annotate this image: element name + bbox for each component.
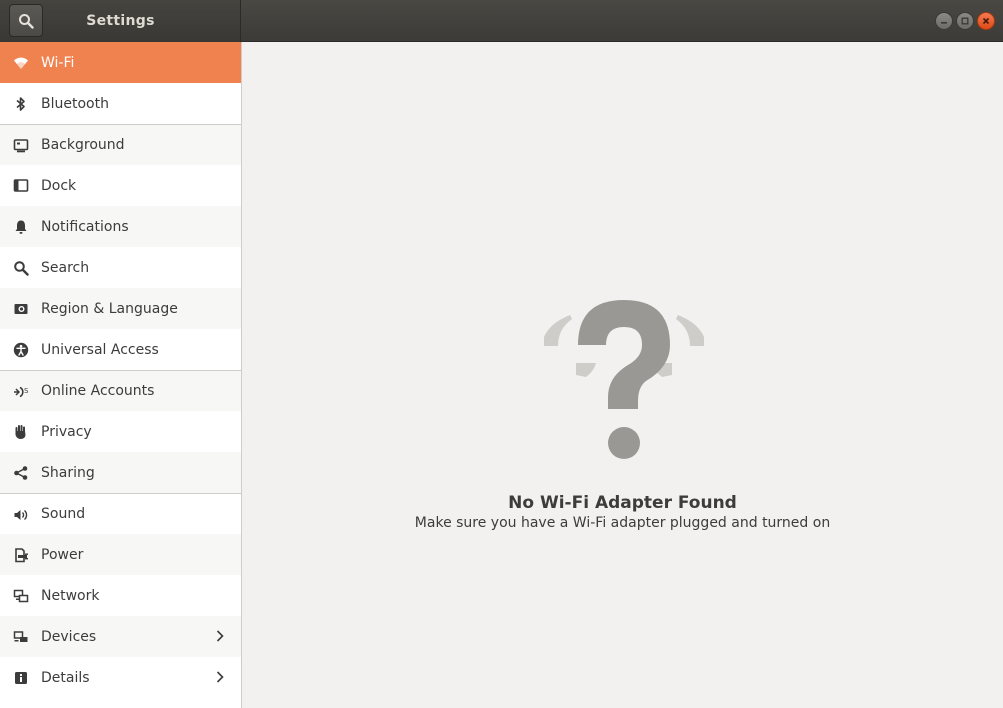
wifi-icon [12, 54, 29, 71]
sidebar-item-power[interactable]: Power [0, 534, 241, 575]
bell-icon [12, 218, 29, 235]
sidebar-item-bluetooth[interactable]: Bluetooth [0, 83, 241, 124]
online-accounts-icon: S [12, 383, 29, 400]
sidebar-item-label: Power [41, 546, 84, 563]
sidebar-item-privacy[interactable]: Privacy [0, 411, 241, 452]
sidebar-item-label: Sound [41, 506, 86, 522]
sidebar-item-details[interactable]: Details [0, 657, 241, 698]
sidebar-item-background[interactable]: Background [0, 124, 241, 165]
sidebar-item-label: Details [41, 669, 90, 686]
sidebar-item-label: Search [41, 259, 90, 276]
maximize-icon [961, 17, 969, 25]
sidebar-item-label: Dock [41, 177, 77, 194]
bluetooth-icon [12, 95, 29, 112]
sidebar-item-label: Universal Access [41, 341, 159, 358]
sidebar-item-search[interactable]: Search [0, 247, 241, 288]
sidebar-item-label: Devices [41, 628, 97, 645]
minimize-button[interactable] [935, 12, 953, 30]
sidebar-item-label: Region & Language [41, 300, 178, 317]
header-bar: Settings [0, 0, 1003, 42]
sidebar-item-label: Bluetooth [41, 95, 109, 112]
accessibility-icon [12, 341, 29, 358]
sidebar-item-devices[interactable]: Devices [0, 616, 241, 657]
devices-icon [12, 628, 29, 645]
search-icon [12, 259, 29, 276]
network-icon [12, 587, 29, 604]
chevron-right-icon [216, 630, 224, 642]
sidebar-item-label: Privacy [41, 423, 92, 440]
minimize-icon [941, 22, 947, 24]
sidebar-item-dock[interactable]: Dock [0, 165, 241, 206]
sidebar-item-notifications[interactable]: Notifications [0, 206, 241, 247]
speaker-icon [12, 506, 29, 523]
window-title: Settings [86, 13, 155, 29]
dock-icon [12, 177, 29, 194]
question-mark-icon [544, 300, 704, 459]
sidebar-item-sound[interactable]: Sound [0, 493, 241, 534]
sidebar-item-label: Online Accounts [41, 383, 155, 399]
sidebar-item-region-language[interactable]: Region & Language [0, 288, 241, 329]
window-controls [935, 12, 995, 30]
sidebar-item-online-accounts[interactable]: S Online Accounts [0, 370, 241, 411]
sidebar-item-sharing[interactable]: Sharing [0, 452, 241, 493]
power-icon [12, 546, 29, 563]
sidebar-item-label: Background [41, 137, 125, 153]
sidebar-item-universal-access[interactable]: Universal Access [0, 329, 241, 370]
empty-state-subtitle: Make sure you have a Wi-Fi adapter plugg… [414, 515, 831, 531]
info-icon [12, 669, 29, 686]
maximize-button[interactable] [956, 12, 974, 30]
sidebar-item-label: Network [41, 587, 100, 604]
close-icon [982, 17, 990, 25]
sidebar-item-wifi[interactable]: Wi-Fi [0, 42, 241, 83]
main-panel: No Wi-Fi Adapter Found Make sure you hav… [242, 42, 1003, 708]
sidebar-item-label: Wi-Fi [41, 54, 75, 71]
close-button[interactable] [977, 12, 995, 30]
background-icon [12, 137, 29, 154]
sidebar-item-network[interactable]: Network [0, 575, 241, 616]
empty-state-title: No Wi-Fi Adapter Found [508, 493, 737, 513]
svg-text:S: S [24, 387, 29, 395]
sidebar-item-label: Sharing [41, 464, 95, 481]
share-icon [12, 464, 29, 481]
hand-icon [12, 423, 29, 440]
sidebar-item-label: Notifications [41, 218, 129, 235]
settings-sidebar: Wi-Fi Bluetooth Background Dock Notifica… [0, 42, 242, 708]
chevron-right-icon [216, 671, 224, 683]
header-sidebar-section: Settings [0, 0, 241, 42]
region-icon [12, 300, 29, 317]
